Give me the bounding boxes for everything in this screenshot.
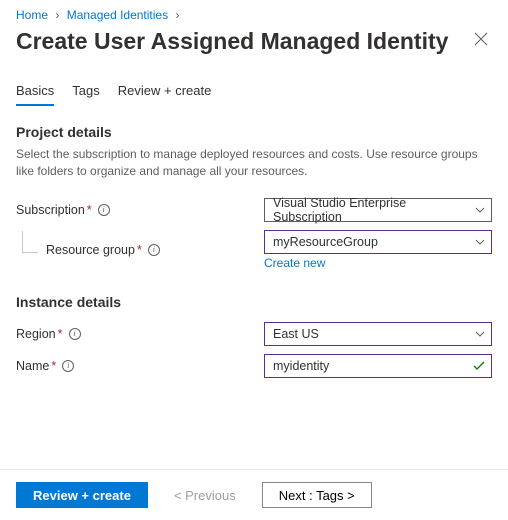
subscription-select[interactable]: Visual Studio Enterprise Subscription xyxy=(264,198,492,222)
project-details-heading: Project details xyxy=(16,124,492,140)
resource-group-label: Resource group* i xyxy=(16,243,264,257)
checkmark-icon xyxy=(473,361,485,371)
review-create-button[interactable]: Review + create xyxy=(16,482,148,508)
tab-review-create[interactable]: Review + create xyxy=(118,83,212,106)
close-button[interactable] xyxy=(470,28,492,55)
create-new-link[interactable]: Create new xyxy=(264,256,325,270)
region-label: Region* i xyxy=(16,327,264,341)
chevron-down-icon xyxy=(475,331,485,337)
info-icon[interactable]: i xyxy=(148,244,160,256)
subscription-value: Visual Studio Enterprise Subscription xyxy=(273,196,467,224)
name-label: Name* i xyxy=(16,359,264,373)
chevron-down-icon xyxy=(475,239,485,245)
name-input[interactable]: myidentity xyxy=(264,354,492,378)
resource-group-value: myResourceGroup xyxy=(273,235,378,249)
info-icon[interactable]: i xyxy=(69,328,81,340)
tab-tags[interactable]: Tags xyxy=(72,83,99,106)
indent-elbow-icon xyxy=(22,231,38,253)
name-value: myidentity xyxy=(273,359,329,373)
next-button[interactable]: Next : Tags > xyxy=(262,482,372,508)
close-icon xyxy=(474,33,488,50)
instance-details-heading: Instance details xyxy=(16,294,492,310)
tab-basics[interactable]: Basics xyxy=(16,83,54,106)
region-value: East US xyxy=(273,327,319,341)
chevron-right-icon: › xyxy=(175,8,179,22)
chevron-right-icon: › xyxy=(55,8,59,22)
region-select[interactable]: East US xyxy=(264,322,492,346)
footer: Review + create < Previous Next : Tags > xyxy=(0,469,508,520)
breadcrumb-home[interactable]: Home xyxy=(16,8,48,22)
page-title: Create User Assigned Managed Identity xyxy=(16,28,448,55)
info-icon[interactable]: i xyxy=(98,204,110,216)
chevron-down-icon xyxy=(475,207,485,213)
resource-group-select[interactable]: myResourceGroup xyxy=(264,230,492,254)
previous-button: < Previous xyxy=(158,482,252,508)
breadcrumb-managed-identities[interactable]: Managed Identities xyxy=(67,8,168,22)
info-icon[interactable]: i xyxy=(62,360,74,372)
project-details-description: Select the subscription to manage deploy… xyxy=(16,146,492,180)
subscription-label: Subscription* i xyxy=(16,203,264,217)
tabs: Basics Tags Review + create xyxy=(16,83,492,106)
breadcrumb: Home › Managed Identities › xyxy=(16,8,492,22)
